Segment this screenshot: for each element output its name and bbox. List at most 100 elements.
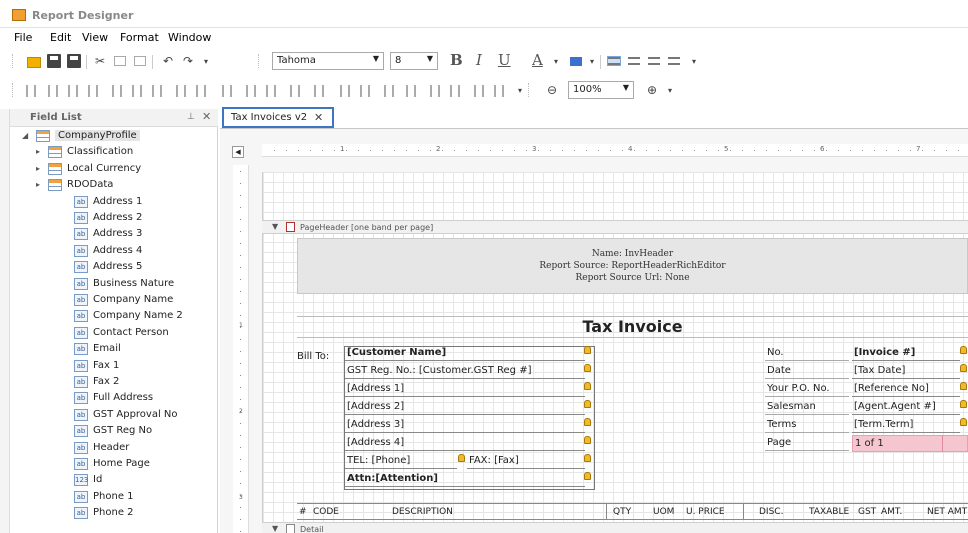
center-vertically-icon[interactable] [450, 85, 460, 97]
tab-tax-invoices-v2[interactable]: Tax Invoices v2 ✕ [222, 107, 334, 128]
tree-item-classification[interactable]: ▸ Classification [10, 145, 210, 161]
toolbar-grip[interactable] [258, 54, 261, 68]
italic-button[interactable]: I [476, 51, 482, 69]
h-spacing-decrease-icon[interactable] [290, 85, 300, 97]
tree-item-business-nature[interactable]: ab Business Nature [10, 277, 210, 293]
tree-item-company-name[interactable]: ab Company Name [10, 293, 210, 309]
tree-item-email[interactable]: ab Email [10, 342, 210, 358]
rich-header-info[interactable]: Name: InvHeader Report Source: ReportHea… [297, 238, 968, 294]
toolbar-grip[interactable] [12, 54, 15, 68]
address2-field[interactable]: [Address 2] [345, 399, 585, 415]
redo-icon[interactable]: ↷ [180, 53, 196, 69]
page-number-field[interactable]: 1 of 1 [852, 435, 968, 452]
col-unit-price[interactable]: U. PRICE [686, 507, 725, 517]
menu-window[interactable]: Window [168, 31, 211, 44]
chevron-down-icon[interactable]: ▾ [512, 82, 528, 98]
tree-item-full-address[interactable]: ab Full Address [10, 391, 210, 407]
chevron-down-icon[interactable]: ▾ [548, 53, 564, 69]
zoom-out-icon[interactable]: ⊖ [544, 82, 560, 98]
collapse-band-icon[interactable]: ▼ [272, 524, 278, 533]
chevron-right-icon[interactable]: ▸ [36, 180, 40, 189]
align-rights-icon[interactable] [88, 85, 98, 97]
paste-icon[interactable] [132, 53, 148, 69]
col-taxable[interactable]: TAXABLE [809, 507, 849, 517]
value-terms[interactable]: [Term.Term] [852, 417, 960, 433]
toolbar-grip[interactable] [528, 83, 531, 97]
tree-item-address-3[interactable]: ab Address 3 [10, 227, 210, 243]
align-left-icon[interactable] [607, 56, 621, 66]
tree-item-address-4[interactable]: ab Address 4 [10, 244, 210, 260]
tree-item-phone-1[interactable]: ab Phone 1 [10, 490, 210, 506]
toolbar-grip[interactable] [12, 83, 15, 97]
tree-item-address-5[interactable]: ab Address 5 [10, 260, 210, 276]
menu-format[interactable]: Format [120, 31, 159, 44]
align-justify-icon[interactable] [668, 57, 680, 65]
col-code[interactable]: CODE [313, 507, 339, 517]
invoice-title[interactable]: Tax Invoice [297, 316, 968, 338]
redo-dropdown-icon[interactable]: ▾ [198, 53, 214, 69]
fax-field[interactable]: FAX: [Fax] [467, 453, 585, 469]
close-icon[interactable]: ✕ [202, 110, 211, 123]
align-tops-icon[interactable] [112, 85, 122, 97]
back-color-icon[interactable] [568, 53, 584, 69]
open-icon[interactable] [26, 53, 42, 69]
align-centers-icon[interactable] [68, 85, 78, 97]
label-date[interactable]: Date [765, 363, 849, 379]
tree-item-header[interactable]: ab Header [10, 441, 210, 457]
customer-name-field[interactable]: [Customer Name] [345, 345, 585, 361]
copy-icon[interactable] [112, 53, 128, 69]
page-header-band[interactable]: ▼ PageHeader [one band per page] [262, 220, 968, 234]
address1-field[interactable]: [Address 1] [345, 381, 585, 397]
menu-edit[interactable]: Edit [50, 31, 71, 44]
value-date[interactable]: [Tax Date] [852, 363, 960, 379]
gst-reg-field[interactable]: GST Reg. No.: [Customer.GST Reg #] [345, 363, 585, 379]
col-gst[interactable]: GST [858, 507, 876, 517]
menu-file[interactable]: File [14, 31, 32, 44]
col-description[interactable]: DESCRIPTION [392, 507, 453, 517]
chevron-down-icon[interactable]: ▾ [662, 82, 678, 98]
label-your-p-o-no-[interactable]: Your P.O. No. [765, 381, 849, 397]
label-terms[interactable]: Terms [765, 417, 849, 433]
tel-field[interactable]: TEL: [Phone] [345, 453, 457, 469]
h-spacing-increase-icon[interactable] [266, 85, 276, 97]
tree-item-fax-1[interactable]: ab Fax 1 [10, 359, 210, 375]
zoom-in-icon[interactable]: ⊕ [644, 82, 660, 98]
send-to-back-icon[interactable] [494, 85, 504, 97]
tree-item-company-name-2[interactable]: ab Company Name 2 [10, 309, 210, 325]
h-spacing-remove-icon[interactable] [314, 85, 324, 97]
chevron-right-icon[interactable]: ▸ [36, 164, 40, 173]
col-net-amt[interactable]: NET AMT [927, 507, 967, 517]
tree-item-fax-2[interactable]: ab Fax 2 [10, 375, 210, 391]
align-bottoms-icon[interactable] [152, 85, 162, 97]
col-qty[interactable]: QTY [613, 507, 631, 517]
same-width-icon[interactable] [176, 85, 186, 97]
tree-item-home-page[interactable]: ab Home Page [10, 457, 210, 473]
chevron-down-icon[interactable]: ◢ [22, 131, 28, 140]
bring-to-front-icon[interactable] [474, 85, 484, 97]
font-family-select[interactable]: Tahoma ▼ [272, 52, 384, 70]
label-page[interactable]: Page [765, 435, 849, 451]
column-header-row[interactable]: # CODE DESCRIPTION QTY UOM U. PRICE DISC… [297, 503, 968, 520]
underline-button[interactable]: U [498, 51, 511, 69]
tree-item-gst-reg-no[interactable]: ab GST Reg No [10, 424, 210, 440]
v-spacing-decrease-icon[interactable] [384, 85, 394, 97]
bill-to-label[interactable]: Bill To: [297, 351, 329, 362]
detail-band[interactable]: ▼ Detail [262, 522, 968, 533]
chevron-down-icon[interactable]: ▾ [686, 53, 702, 69]
align-center-icon[interactable] [628, 57, 640, 65]
col-disc[interactable]: DISC. [759, 507, 783, 517]
value-your-p-o-no-[interactable]: [Reference No] [852, 381, 960, 397]
label-salesman[interactable]: Salesman [765, 399, 849, 415]
zoom-select[interactable]: 100% ▼ [568, 81, 634, 99]
same-height-icon[interactable] [196, 85, 206, 97]
collapse-ruler-icon[interactable]: ◀ [232, 146, 244, 158]
v-spacing-increase-icon[interactable] [360, 85, 370, 97]
cut-icon[interactable]: ✂ [92, 53, 108, 69]
col-uom[interactable]: UOM [653, 507, 674, 517]
center-horizontally-icon[interactable] [430, 85, 440, 97]
menu-view[interactable]: View [82, 31, 108, 44]
col-amt[interactable]: AMT. [881, 507, 902, 517]
chevron-down-icon[interactable]: ▾ [584, 53, 600, 69]
tree-item-contact-person[interactable]: ab Contact Person [10, 326, 210, 342]
v-spacing-remove-icon[interactable] [406, 85, 416, 97]
